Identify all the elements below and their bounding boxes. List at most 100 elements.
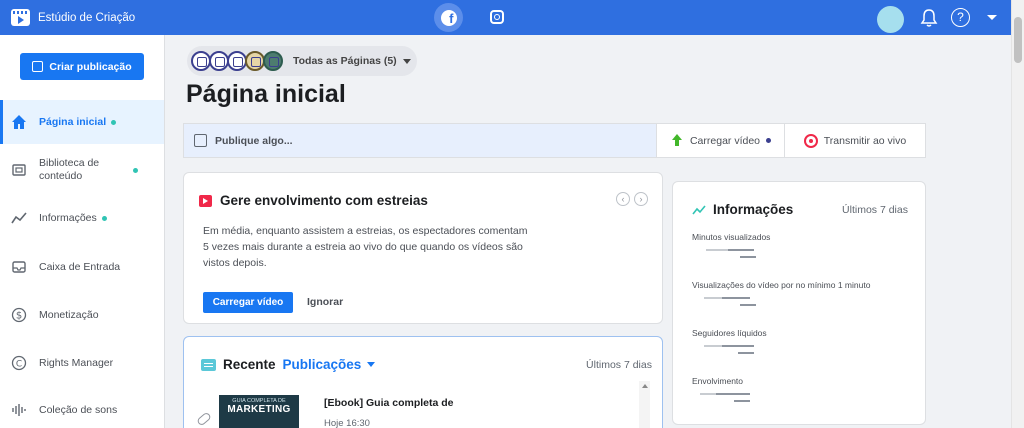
- svg-text:$: $: [16, 311, 22, 322]
- notification-dot: [133, 167, 138, 173]
- page-avatar: [245, 51, 265, 71]
- upload-video-cta-button[interactable]: Carregar vídeo: [203, 292, 293, 313]
- insights-icon: [11, 212, 27, 224]
- sidebar-item-monetization[interactable]: $ Monetização: [0, 304, 164, 326]
- recent-title: Recente: [223, 357, 276, 372]
- metric-net-followers: Seguidores líquidos: [692, 328, 912, 358]
- page-scrollbar[interactable]: [1011, 0, 1024, 428]
- metric-label: Seguidores líquidos: [692, 328, 767, 338]
- sidebar-item-label: Monetização: [39, 309, 99, 321]
- recent-period: Últimos 7 dias: [586, 359, 652, 371]
- go-live-label: Transmitir ao vivo: [823, 134, 907, 147]
- thumbnail-subtitle: GUIA COMPLETA DE: [232, 398, 286, 404]
- sidebar: Criar publicação Página inicial Bibliote…: [0, 35, 165, 428]
- metric-one-minute-views: Visualizações do vídeo por no mínimo 1 m…: [692, 280, 912, 310]
- notification-dot: [111, 119, 117, 125]
- edit-icon: [194, 134, 207, 147]
- sidebar-item-home[interactable]: Página inicial: [0, 100, 164, 144]
- insights-card: Informações Últimos 7 dias Minutos visua…: [672, 181, 926, 425]
- recent-card-header: Recente Publicações: [201, 357, 376, 372]
- inbox-icon: [12, 261, 26, 273]
- facebook-icon: f: [440, 9, 457, 26]
- metric-sparkline: [692, 386, 912, 406]
- publish-something-input[interactable]: Publique algo...: [184, 124, 657, 157]
- sidebar-item-label: Página inicial: [39, 116, 107, 128]
- sidebar-item-insights[interactable]: Informações: [0, 207, 164, 229]
- page-selector-label: Todas as Páginas (5): [293, 55, 397, 67]
- svg-text:C: C: [16, 360, 22, 370]
- home-icon: [12, 115, 26, 129]
- scrollbar-thumb[interactable]: [1014, 17, 1022, 63]
- premiere-icon: [199, 194, 212, 207]
- insights-card-header: Informações: [692, 202, 793, 217]
- post-icon: [201, 358, 216, 371]
- sidebar-item-sound-collection[interactable]: Coleção de sons: [0, 399, 164, 421]
- instagram-icon[interactable]: [490, 10, 504, 24]
- post-time: Hoje 16:30: [324, 418, 370, 428]
- recent-filter-label: Publicações: [282, 357, 362, 372]
- list-scrollbar[interactable]: [639, 381, 650, 428]
- sidebar-item-label: Rights Manager: [39, 357, 114, 369]
- sound-icon: [12, 404, 26, 416]
- sidebar-item-label: Caixa de Entrada: [39, 261, 121, 273]
- sidebar-item-inbox[interactable]: Caixa de Entrada: [0, 256, 164, 278]
- go-live-button[interactable]: Transmitir ao vivo: [785, 124, 925, 157]
- page-avatar: [263, 51, 283, 71]
- page-title: Página inicial: [186, 80, 346, 108]
- page-avatar: [209, 51, 229, 71]
- notification-dot: [101, 215, 107, 221]
- creator-studio-logo-icon: [11, 9, 30, 26]
- app-title: Estúdio de Criação: [38, 11, 136, 24]
- post-title[interactable]: [Ebook] Guia completa de: [324, 397, 459, 409]
- help-icon[interactable]: ?: [951, 8, 970, 27]
- app-brand[interactable]: Estúdio de Criação: [11, 9, 135, 26]
- upload-icon: [670, 133, 684, 148]
- premiere-card-header: Gere envolvimento com estreias: [199, 193, 428, 208]
- avatar[interactable]: [877, 6, 904, 33]
- page-selector[interactable]: Todas as Páginas (5): [187, 46, 417, 76]
- chevron-down-icon: [402, 58, 411, 64]
- card-pager: ‹ ›: [616, 192, 648, 206]
- page-avatar: [227, 51, 247, 71]
- recent-filter-dropdown[interactable]: Publicações: [283, 357, 376, 372]
- upload-video-label: Carregar vídeo: [689, 134, 761, 147]
- metric-minutes-viewed: Minutos visualizados: [692, 232, 912, 262]
- bell-icon[interactable]: [920, 8, 938, 28]
- ignore-button[interactable]: Ignorar: [307, 296, 343, 308]
- page-avatars: [191, 51, 283, 71]
- create-post-button[interactable]: Criar publicação: [20, 53, 144, 80]
- recent-card: Recente Publicações Últimos 7 dias GUIA …: [183, 336, 663, 428]
- copyright-icon: C: [11, 355, 27, 371]
- live-broadcast-icon: [803, 133, 818, 148]
- sidebar-item-rights-manager[interactable]: C Rights Manager: [0, 352, 164, 374]
- facebook-tab[interactable]: f: [434, 3, 463, 32]
- sidebar-item-label: Biblioteca de conteúdo: [39, 157, 100, 182]
- chevron-right-icon[interactable]: ›: [634, 192, 648, 206]
- insights-period: Últimos 7 dias: [842, 204, 908, 216]
- sidebar-item-library[interactable]: Biblioteca de conteúdo: [0, 153, 164, 187]
- top-bar: Estúdio de Criação f ?: [0, 0, 1011, 35]
- chevron-down-icon: [367, 362, 376, 367]
- sidebar-item-label: Coleção de sons: [39, 404, 118, 416]
- post-thumbnail[interactable]: GUIA COMPLETA DE MARKETING: [219, 395, 299, 428]
- upload-video-button[interactable]: Carregar vídeo: [657, 124, 785, 157]
- metric-label: Visualizações do vídeo por no mínimo 1 m…: [692, 280, 871, 290]
- pencil-icon: [32, 61, 44, 72]
- metric-label: Envolvimento: [692, 376, 744, 386]
- insights-title: Informações: [713, 202, 794, 217]
- caret-down-icon[interactable]: [987, 15, 997, 20]
- premiere-description: Em média, enquanto assistem a estreias, …: [203, 225, 528, 269]
- metric-sparkline: [692, 290, 912, 310]
- notification-dot: [766, 138, 772, 143]
- composer-bar: Publique algo... Carregar vídeo Transmit…: [183, 123, 926, 158]
- library-icon: [12, 164, 26, 176]
- premiere-card: Gere envolvimento com estreias ‹ › Em mé…: [183, 172, 663, 324]
- metric-label: Minutos visualizados: [692, 232, 771, 242]
- premiere-card-title: Gere envolvimento com estreias: [220, 193, 428, 208]
- link-icon: [196, 411, 212, 427]
- metric-sparkline: [692, 338, 912, 358]
- chevron-left-icon[interactable]: ‹: [616, 192, 630, 206]
- dollar-icon: $: [11, 307, 27, 323]
- page-avatar: [191, 51, 211, 71]
- trend-icon: [692, 204, 706, 214]
